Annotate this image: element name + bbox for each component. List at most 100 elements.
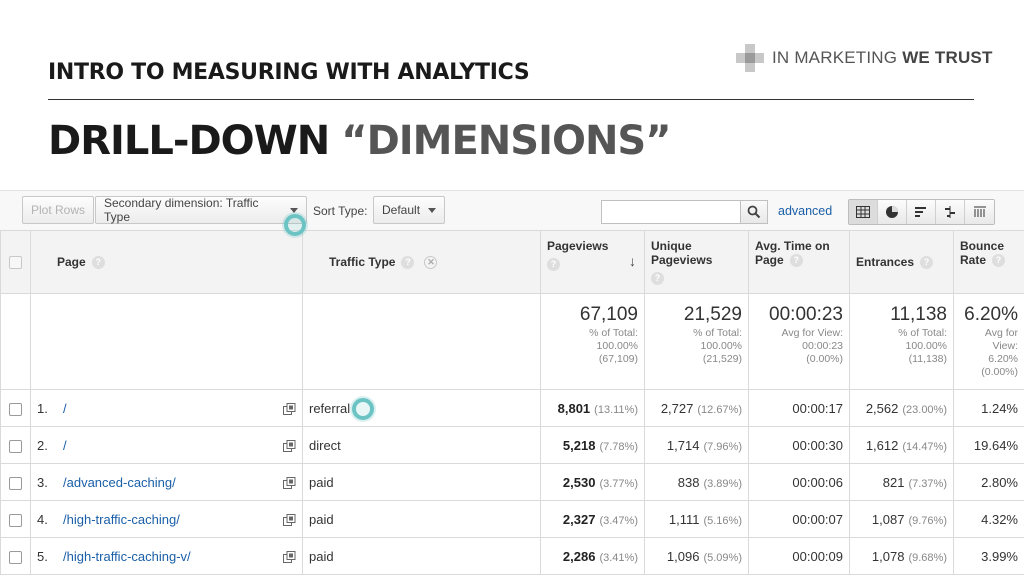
row-checkbox[interactable] [9,513,22,527]
header-avg-time-on-page[interactable]: Avg. Time on Page? [748,230,850,294]
row-select-cell [0,500,31,538]
remove-dimension-icon[interactable]: ✕ [424,256,438,270]
header-page[interactable]: Page? [30,230,303,294]
entrances-value: 821 [882,474,905,490]
view-data-table-button[interactable] [849,200,878,224]
total-caption: 00:00:23 [802,340,843,352]
open-page-icon[interactable] [283,550,296,564]
bounce-rate-cell: 1.24% [953,389,1024,427]
entrances-value: 2,562 [865,400,899,416]
open-page-icon[interactable] [283,439,296,453]
unique-pageviews-percent: (5.09%) [703,551,742,564]
total-caption: % of Total: [898,327,947,339]
pageviews-value: 2,530 [562,474,596,490]
total-unique-pageviews: 21,529 % of Total: 100.00% (21,529) [644,293,749,390]
help-icon[interactable]: ? [789,254,803,268]
header-pageviews-label: Pageviews [547,239,609,253]
view-percentage-button[interactable] [878,200,907,224]
row-number: 3. [37,474,48,490]
header-pageviews[interactable]: Pageviews ? ↓ [540,230,645,294]
page-link[interactable]: /advanced-caching/ [63,475,176,490]
table-header-row: Page? Traffic Type? ✕ Pageviews ? ↓ Uniqu… [0,230,1024,294]
header-divider [48,99,974,100]
entrances-value: 1,087 [871,511,905,527]
select-all-checkbox[interactable] [9,256,22,270]
pageviews-cell: 5,218 (7.78%) [540,426,645,464]
unique-pageviews-percent: (3.89%) [703,477,742,490]
header-bounce-rate[interactable]: Bounce Rate? [953,230,1024,294]
entrances-percent: (9.68%) [908,551,947,564]
secondary-dimension-dropdown[interactable]: Secondary dimension: Traffic Type [95,196,307,224]
header-unique-pageviews-label-2: Pageviews [651,253,713,267]
row-checkbox[interactable] [9,402,22,416]
traffic-type-cell: referral [302,389,541,427]
view-pivot-button[interactable] [965,200,994,224]
header-entrances[interactable]: Entrances? [849,230,954,294]
page-link[interactable]: /high-traffic-caching/ [63,512,180,527]
header-entrances-label: Entrances [856,254,915,269]
report-table: Page? Traffic Type? ✕ Pageviews ? ↓ Uniqu… [0,230,1024,575]
table-row: 5. /high-traffic-caching-v/ paid 2,286 (3.… [0,537,1024,575]
help-icon[interactable]: ? [920,256,934,270]
table-search-input[interactable] [601,200,741,224]
table-row: 4. /high-traffic-caching/ paid 2,327 (3.47… [0,500,1024,538]
unique-pageviews-cell: 1,714 (7.96%) [644,426,749,464]
page-link[interactable]: /high-traffic-caching-v/ [63,549,191,564]
brand-logo: IN MARKETING WE TRUST [736,44,993,72]
analytics-report: Plot Rows Secondary dimension: Traffic T… [0,190,1024,576]
total-value: 11,138 [890,304,947,325]
row-number: 5. [37,548,48,564]
sort-type-dropdown[interactable]: Default [373,196,445,224]
page-cell: 3. /advanced-caching/ [30,463,303,501]
total-caption: View: [992,340,1019,352]
open-page-icon[interactable] [283,513,296,527]
page-link[interactable]: / [63,438,67,453]
totals-blank-cell [0,293,31,390]
plot-rows-button[interactable]: Plot Rows [22,196,95,224]
view-comparison-button[interactable] [936,200,965,224]
total-caption: 100.00% [700,340,742,352]
search-button[interactable] [740,200,768,224]
total-caption: 100.00% [905,340,947,352]
slide-title: DRILL-DOWN “DIMENSIONS” [48,118,672,164]
unique-pageviews-percent: (5.16%) [703,514,742,527]
help-icon[interactable]: ? [992,254,1006,268]
help-icon[interactable]: ? [651,272,664,285]
help-icon[interactable]: ? [401,256,415,270]
row-checkbox[interactable] [9,550,22,564]
unique-pageviews-cell: 838 (3.89%) [644,463,749,501]
header-traffic-type[interactable]: Traffic Type? ✕ [302,230,541,294]
pageviews-cell: 8,801 (13.11%) [540,389,645,427]
row-select-cell [0,537,31,575]
pageviews-cell: 2,530 (3.77%) [540,463,645,501]
table-row: 1. / referral 8,801 (13.11%) 2,727 (12.67%)… [0,389,1024,427]
total-caption: Avg for View: [781,327,843,339]
traffic-type-cell: paid [302,537,541,575]
help-icon[interactable]: ? [91,256,105,270]
click-highlight-ring [352,398,374,420]
total-caption: Avg for [984,327,1018,339]
total-value: 21,529 [683,304,742,325]
advanced-filter-link[interactable]: advanced [778,204,832,218]
open-page-icon[interactable] [283,402,296,416]
avg-time-cell: 00:00:06 [748,463,850,501]
total-pageviews: 67,109 % of Total: 100.00% (67,109) [540,293,645,390]
view-performance-button[interactable] [907,200,936,224]
comparison-icon [945,206,955,218]
pageviews-percent: (3.77%) [599,477,638,490]
bounce-rate-cell: 2.80% [953,463,1024,501]
unique-pageviews-cell: 2,727 (12.67%) [644,389,749,427]
help-icon[interactable]: ? [547,258,560,271]
header-avg-time-label-2: Page [755,253,784,267]
unique-pageviews-value: 1,111 [668,511,700,527]
entrances-percent: (9.76%) [908,514,947,527]
total-value: 00:00:23 [769,304,843,325]
pageviews-cell: 2,327 (3.47%) [540,500,645,538]
page-link[interactable]: / [63,401,67,416]
unique-pageviews-value: 1,096 [666,548,700,564]
row-checkbox[interactable] [9,439,22,453]
totals-blank-cell [302,293,541,390]
header-unique-pageviews[interactable]: Unique Pageviews ? [644,230,749,294]
row-checkbox[interactable] [9,476,22,490]
open-page-icon[interactable] [283,476,296,490]
